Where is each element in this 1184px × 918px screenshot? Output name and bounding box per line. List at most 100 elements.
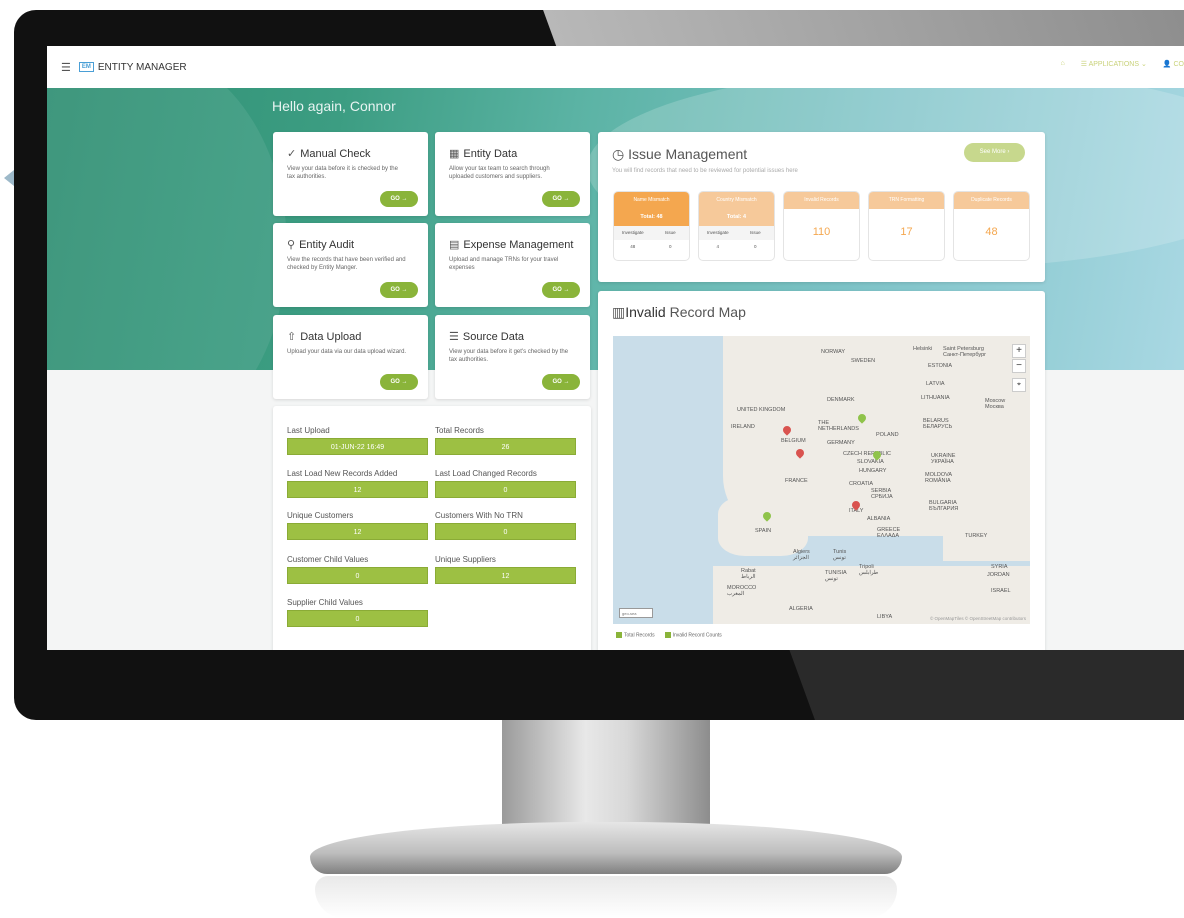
tile-value: 110 xyxy=(812,226,831,238)
see-more-button[interactable]: See More › xyxy=(964,143,1025,162)
stat-label: Supplier Child Values xyxy=(287,598,363,607)
zoom-out-button[interactable]: − xyxy=(1012,359,1026,373)
previous-arrow-icon[interactable] xyxy=(4,170,14,186)
stat-label: Unique Customers xyxy=(287,511,354,520)
map-title-b: Record Map xyxy=(669,304,746,320)
greeting: Hello again, Connor xyxy=(272,98,396,114)
card-description: Upload and manage TRNs for your travel e… xyxy=(449,257,559,271)
country-label: SERBIA СРБИЈА xyxy=(871,488,893,500)
country-label: SYRIA xyxy=(991,564,1008,570)
country-label: NORWAY xyxy=(821,349,846,355)
issue-management-panel: ◷ Issue Management You will find records… xyxy=(598,132,1045,282)
country-label: SPAIN xyxy=(755,528,772,534)
go-button[interactable]: GO → xyxy=(542,374,580,390)
country-label: LIBYA xyxy=(877,614,893,620)
country-label: ALGERIA xyxy=(789,606,813,612)
card-manual-check[interactable]: ✓ Manual Check View your data before it i… xyxy=(273,132,428,216)
locate-icon[interactable]: ⌖ xyxy=(1012,378,1026,392)
map-attribution: © OpenMapTiles © OpenStreetMap contribut… xyxy=(929,616,1026,621)
country-label: JORDAN xyxy=(987,572,1010,578)
tile-trn-formatting[interactable]: TRN Formatting 17 xyxy=(868,191,945,261)
stat-label: Last Upload xyxy=(287,426,330,435)
card-title: Entity Data xyxy=(463,148,518,160)
tile-label: TRN Formatting xyxy=(869,192,944,209)
route-icon: ⚲ xyxy=(287,239,296,251)
stat-label: Customers With No TRN xyxy=(435,511,523,520)
land-turkey xyxy=(943,521,1030,561)
country-label: SLOVAKIA xyxy=(857,459,884,465)
country-label: SWEDEN xyxy=(851,358,876,364)
country-label: CROATIA xyxy=(849,481,874,487)
go-button[interactable]: GO → xyxy=(380,191,418,207)
tile-name-mismatch[interactable]: Name Mismatch Total: 48 Investigate Issue… xyxy=(613,191,690,261)
country-label: ESTONIA xyxy=(928,363,953,369)
stat-value: 26 xyxy=(435,438,576,455)
tile-duplicate-records[interactable]: Duplicate Records 48 xyxy=(953,191,1030,261)
country-label: LATVIA xyxy=(926,381,945,387)
go-button[interactable]: GO → xyxy=(380,374,418,390)
geo-search-input[interactable]: geo-sea xyxy=(619,608,653,618)
legend-total-records[interactable]: Total Records xyxy=(616,632,655,638)
land-iberia xyxy=(718,496,808,556)
city-label: Tripoli طرابلس xyxy=(859,564,879,576)
col-issue: Issue xyxy=(664,230,676,235)
monitor-base-reflection xyxy=(315,876,897,918)
country-label: CZECH REPUBLIC xyxy=(843,451,891,457)
map-view[interactable]: NORWAY SWEDEN ESTONIA LATVIA LITHUANIA D… xyxy=(613,336,1030,624)
country-label: THE NETHERLANDS xyxy=(818,420,859,432)
stat-value: 12 xyxy=(287,523,428,540)
stat-label: Last Load Changed Records xyxy=(435,469,537,478)
city-label: Saint Petersburg Санкт-Петербург xyxy=(943,346,987,358)
user-menu[interactable]: 👤 CO xyxy=(1163,60,1184,68)
card-title: Manual Check xyxy=(300,148,371,160)
tile-label: Duplicate Records xyxy=(954,192,1029,209)
database-icon: ☰ xyxy=(449,331,459,343)
stat-value: 12 xyxy=(435,567,576,584)
country-label: ALBANIA xyxy=(867,516,891,522)
card-title: Entity Audit xyxy=(299,239,355,251)
card-description: View your data before it is checked by t… xyxy=(287,166,398,180)
stat-value: 01-JUN-22 16:49 xyxy=(287,438,428,455)
go-button[interactable]: GO → xyxy=(380,282,418,298)
tile-country-mismatch[interactable]: Country Mismatch Total: 4 Investigate Iss… xyxy=(698,191,775,261)
tile-value: 48 xyxy=(985,226,998,238)
checkbox-icon xyxy=(616,632,622,638)
city-label: Rabat الرباط xyxy=(741,568,756,580)
go-button[interactable]: GO → xyxy=(542,191,580,207)
tile-invalid-records[interactable]: Invalid Records 110 xyxy=(783,191,860,261)
tile-label: Name Mismatch xyxy=(614,192,689,209)
card-entity-audit[interactable]: ⚲ Entity Audit View the records that have… xyxy=(273,223,428,307)
issue-title: Issue Management xyxy=(628,146,748,162)
country-label: ISRAEL xyxy=(991,588,1011,594)
card-entity-data[interactable]: ▦ Entity Data Allow your tax team to sear… xyxy=(435,132,590,216)
applications-menu[interactable]: ☰ APPLICATIONS ⌄ xyxy=(1081,60,1147,68)
monitor-stand-base xyxy=(310,822,902,874)
issue-count: 0 xyxy=(668,244,672,249)
card-description: View your data before it get's checked b… xyxy=(449,349,569,363)
stat-value: 0 xyxy=(435,481,576,498)
card-data-upload[interactable]: ⇧ Data Upload Upload your data via our da… xyxy=(273,315,428,399)
stat-label: Customer Child Values xyxy=(287,555,369,564)
country-label: GERMANY xyxy=(827,440,855,446)
zoom-in-button[interactable]: + xyxy=(1012,344,1026,358)
checkbox-icon xyxy=(664,632,671,638)
map-title-a: Invalid xyxy=(625,304,666,320)
home-icon[interactable]: ⌂ xyxy=(1061,60,1065,68)
country-label: TUNISIA تونس xyxy=(825,570,847,582)
upload-icon: ⇧ xyxy=(287,331,297,343)
col-issue: Issue xyxy=(749,230,761,235)
col-investigate: Investigate xyxy=(706,230,729,235)
stat-label: Unique Suppliers xyxy=(435,555,496,564)
legend-invalid-counts[interactable]: Invalid Record Counts xyxy=(664,632,722,638)
country-label: HUNGARY xyxy=(859,468,887,474)
card-title: Source Data xyxy=(462,331,525,343)
stat-value: 0 xyxy=(287,567,428,584)
country-label: UKRAINE УКРАЇНА xyxy=(931,453,956,465)
go-button[interactable]: GO → xyxy=(542,282,580,298)
app-screen: ☰ EM ENTITY MANAGER ⌂ ☰ APPLICATIONS ⌄ 👤… xyxy=(47,46,1184,650)
card-source-data[interactable]: ☰ Source Data View your data before it ge… xyxy=(435,315,590,399)
city-label: Algiers الجزائر xyxy=(793,549,810,561)
menu-icon[interactable]: ☰ xyxy=(61,61,71,74)
card-expense-management[interactable]: ▤ Expense Management Upload and manage TR… xyxy=(435,223,590,307)
country-label: FRANCE xyxy=(785,478,808,484)
